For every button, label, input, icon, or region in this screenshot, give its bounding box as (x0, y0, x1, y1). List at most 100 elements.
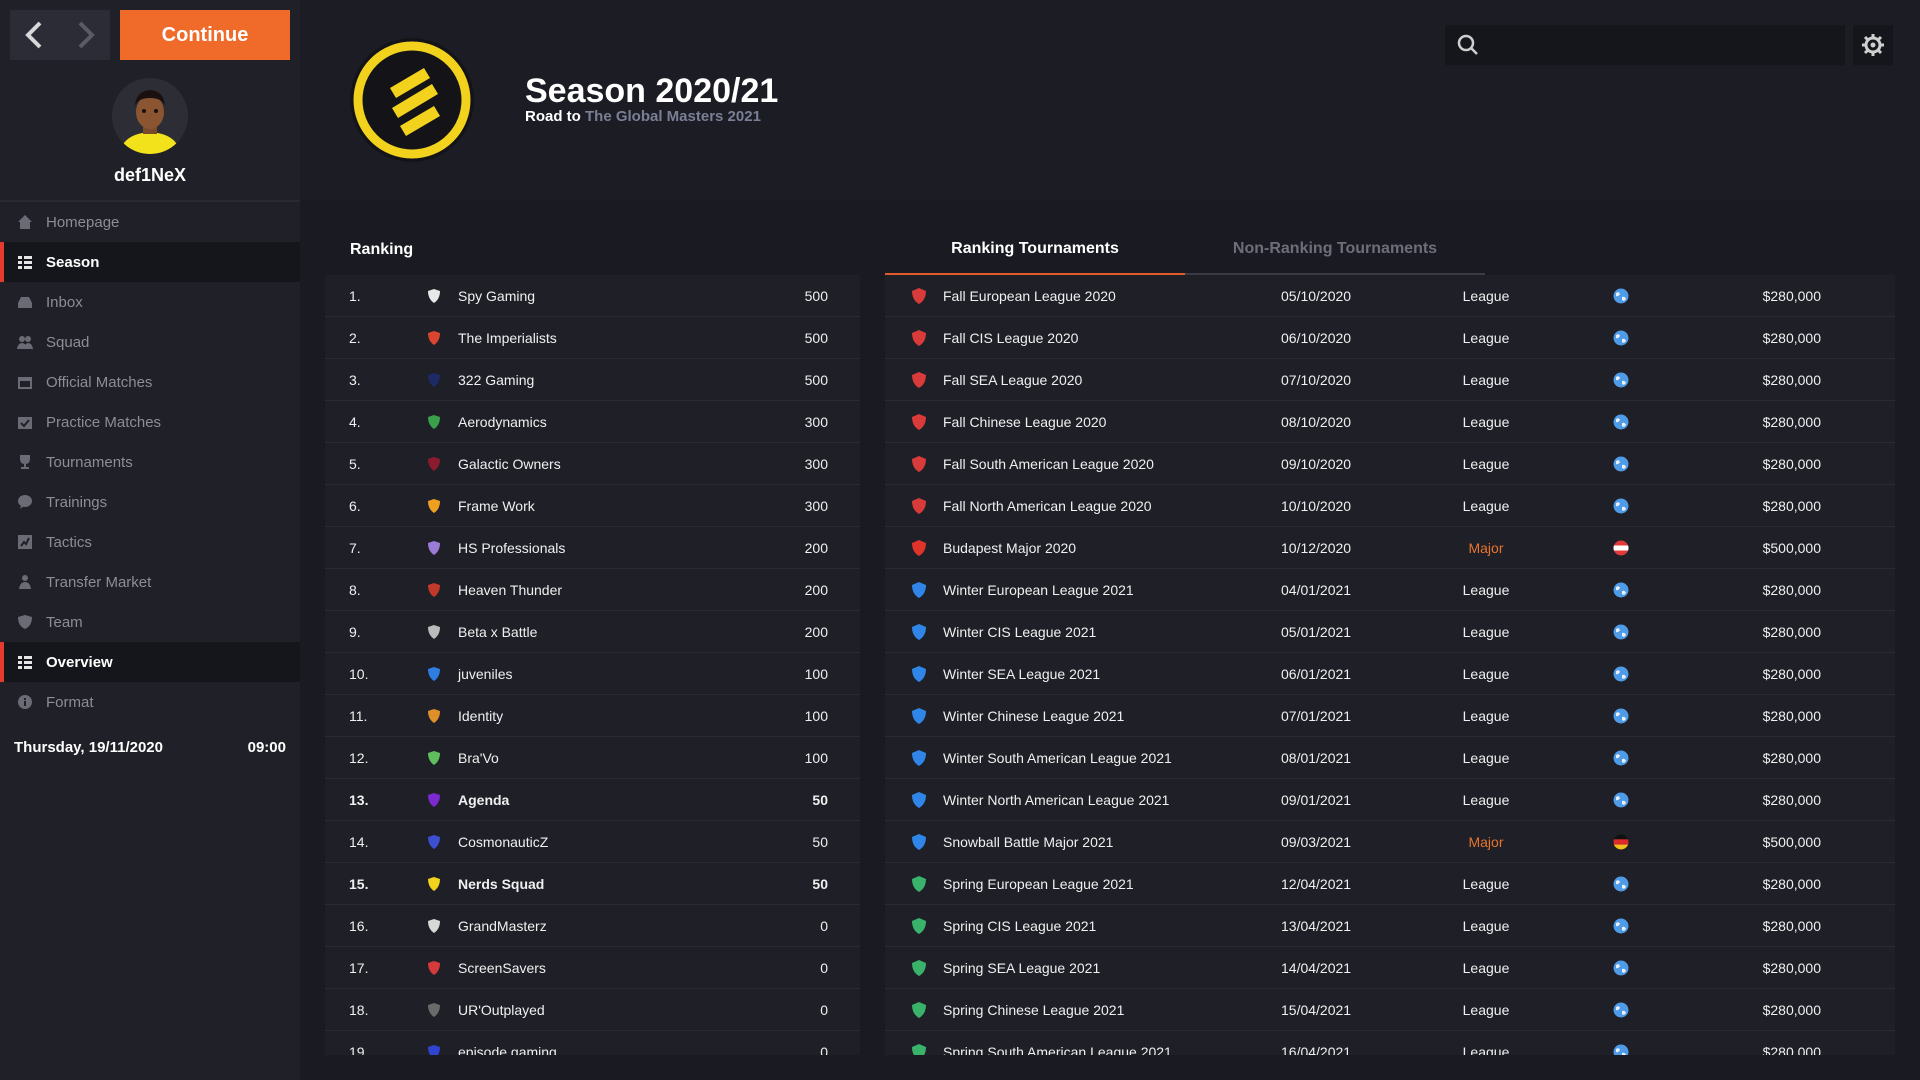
tournament-name[interactable]: Spring South American League 2021 (931, 1044, 1281, 1056)
table-row[interactable]: 16. GrandMasterz 0 (325, 905, 860, 947)
table-row[interactable]: 3. 322 Gaming 500 (325, 359, 860, 401)
table-row[interactable]: 2. The Imperialists 500 (325, 317, 860, 359)
tournament-prize: $280,000 (1762, 623, 1821, 640)
globe-icon (1613, 1002, 1629, 1017)
tournament-name[interactable]: Snowball Battle Major 2021 (931, 834, 1281, 850)
table-row[interactable]: 8. Heaven Thunder 200 (325, 569, 860, 611)
table-row[interactable]: Fall South American League 2020 09/10/202… (885, 443, 1895, 485)
tournament-icon (907, 707, 931, 725)
table-row[interactable]: Spring South American League 2021 16/04/2… (885, 1031, 1895, 1055)
forward-button[interactable] (65, 15, 105, 55)
avatar[interactable] (112, 78, 188, 154)
tournament-name[interactable]: Winter European League 2021 (931, 582, 1281, 598)
sidebar-item-format[interactable]: Format (0, 682, 300, 722)
tournament-prize: $280,000 (1762, 1043, 1821, 1056)
tournament-icon (907, 1001, 931, 1019)
table-row[interactable]: 14. CosmonauticZ 50 (325, 821, 860, 863)
table-row[interactable]: Winter SEA League 2021 06/01/2021 League $2… (885, 653, 1895, 695)
table-row[interactable]: Budapest Major 2020 10/12/2020 Major $500,0… (885, 527, 1895, 569)
table-row[interactable]: 19. episode gaming 0 (325, 1031, 860, 1055)
sidebar-item-tactics[interactable]: Tactics (0, 522, 300, 562)
search-input[interactable] (1489, 36, 1829, 54)
sidebar-item-season[interactable]: Season (0, 242, 300, 282)
table-row[interactable]: Spring European League 2021 12/04/2021 Lea… (885, 863, 1895, 905)
tournament-name[interactable]: Winter SEA League 2021 (931, 666, 1281, 682)
sidebar-item-homepage[interactable]: Homepage (0, 202, 300, 242)
table-row[interactable]: Fall Chinese League 2020 08/10/2020 League… (885, 401, 1895, 443)
table-row[interactable]: 15. Nerds Squad 50 (325, 863, 860, 905)
table-row[interactable]: 17. ScreenSavers 0 (325, 947, 860, 989)
tournament-name[interactable]: Fall CIS League 2020 (931, 330, 1281, 346)
table-row[interactable]: Fall SEA League 2020 07/10/2020 League $280… (885, 359, 1895, 401)
table-row[interactable]: 7. HS Professionals 200 (325, 527, 860, 569)
table-row[interactable]: 1. Spy Gaming 500 (325, 275, 860, 317)
table-row[interactable]: Winter Chinese League 2021 07/01/2021 Leag… (885, 695, 1895, 737)
sidebar-item-overview[interactable]: Overview (0, 642, 300, 682)
team-points: 100 (804, 665, 828, 682)
table-row[interactable]: Winter European League 2021 04/01/2021 Lea… (885, 569, 1895, 611)
tournament-name[interactable]: Budapest Major 2020 (931, 540, 1281, 556)
table-row[interactable]: 9. Beta x Battle 200 (325, 611, 860, 653)
subtitle-link[interactable]: The Global Masters 2021 (585, 108, 761, 125)
sidebar-item-inbox[interactable]: Inbox (0, 282, 300, 322)
table-row[interactable]: Winter South American League 2021 08/01/2… (885, 737, 1895, 779)
sidebar-item-transfer-market[interactable]: Transfer Market (0, 562, 300, 602)
tournament-name[interactable]: Winter South American League 2021 (931, 750, 1281, 766)
table-row[interactable]: 11. Identity 100 (325, 695, 860, 737)
sidebar-item-practice-matches[interactable]: Practice Matches (0, 402, 300, 442)
table-row[interactable]: 10. juveniles 100 (325, 653, 860, 695)
tournament-prize: $500,000 (1762, 539, 1821, 556)
tournament-name[interactable]: Spring CIS League 2021 (931, 918, 1281, 934)
table-row[interactable]: Winter CIS League 2021 05/01/2021 League $2… (885, 611, 1895, 653)
team-name: CosmonauticZ (458, 833, 549, 850)
settings-button[interactable] (1853, 25, 1893, 65)
rank-number: 5. (349, 455, 361, 472)
table-row[interactable]: Spring SEA League 2021 14/04/2021 League $2… (885, 947, 1895, 989)
tournament-date: 05/01/2021 (1281, 623, 1352, 640)
back-button[interactable] (15, 15, 55, 55)
table-row[interactable]: Snowball Battle Major 2021 09/03/2021 Majo… (885, 821, 1895, 863)
team-name: HS Professionals (458, 539, 566, 556)
tournament-name[interactable]: Spring Chinese League 2021 (931, 1002, 1281, 1018)
tournament-location (1541, 834, 1701, 850)
table-row[interactable]: 12. Bra'Vo 100 (325, 737, 860, 779)
sidebar-item-team[interactable]: Team (0, 602, 300, 642)
tournament-name[interactable]: Fall North American League 2020 (931, 498, 1281, 514)
sidebar: Continue def1NeX Homepage Season Inbox S… (0, 0, 300, 1080)
sidebar-item-squad[interactable]: Squad (0, 322, 300, 362)
current-date: Thursday, 19/11/2020 (14, 738, 163, 756)
table-row[interactable]: Fall CIS League 2020 06/10/2020 League $280… (885, 317, 1895, 359)
sidebar-item-trainings[interactable]: Trainings (0, 482, 300, 522)
tournament-name[interactable]: Fall European League 2020 (931, 288, 1281, 304)
sidebar-item-tournaments[interactable]: Tournaments (0, 442, 300, 482)
sidebar-item-official-matches[interactable]: Official Matches (0, 362, 300, 402)
table-row[interactable]: Fall European League 2020 05/10/2020 Leagu… (885, 275, 1895, 317)
tournament-name[interactable]: Spring SEA League 2021 (931, 960, 1281, 976)
table-row[interactable]: 18. UR'Outplayed 0 (325, 989, 860, 1031)
table-row[interactable]: Spring CIS League 2021 13/04/2021 League $2… (885, 905, 1895, 947)
table-row[interactable]: 6. Frame Work 300 (325, 485, 860, 527)
tournament-name[interactable]: Winter Chinese League 2021 (931, 708, 1281, 724)
rank-number: 1. (349, 287, 361, 304)
tournament-type: League (1462, 455, 1510, 472)
team-name: Heaven Thunder (458, 581, 563, 598)
continue-button[interactable]: Continue (120, 10, 290, 60)
table-row[interactable]: 5. Galactic Owners 300 (325, 443, 860, 485)
tournament-name[interactable]: Fall South American League 2020 (931, 456, 1281, 472)
table-row[interactable]: Winter North American League 2021 09/01/2… (885, 779, 1895, 821)
globe-icon (1613, 498, 1629, 513)
tab-ranking-tournaments[interactable]: Ranking Tournaments (885, 225, 1185, 275)
table-row[interactable]: 13. Agenda 50 (325, 779, 860, 821)
tournament-name[interactable]: Fall Chinese League 2020 (931, 414, 1281, 430)
tournament-name[interactable]: Winter North American League 2021 (931, 792, 1281, 808)
tournament-prize: $280,000 (1762, 455, 1821, 472)
tournament-prize: $280,000 (1762, 959, 1821, 976)
tournament-name[interactable]: Fall SEA League 2020 (931, 372, 1281, 388)
tournament-name[interactable]: Spring European League 2021 (931, 876, 1281, 892)
table-row[interactable]: Spring Chinese League 2021 15/04/2021 Leag… (885, 989, 1895, 1031)
table-row[interactable]: Fall North American League 2020 10/10/202… (885, 485, 1895, 527)
tournament-date: 07/10/2020 (1281, 371, 1352, 388)
tournament-name[interactable]: Winter CIS League 2021 (931, 624, 1281, 640)
table-row[interactable]: 4. Aerodynamics 300 (325, 401, 860, 443)
tab-non-ranking-tournaments[interactable]: Non-Ranking Tournaments (1185, 225, 1485, 275)
